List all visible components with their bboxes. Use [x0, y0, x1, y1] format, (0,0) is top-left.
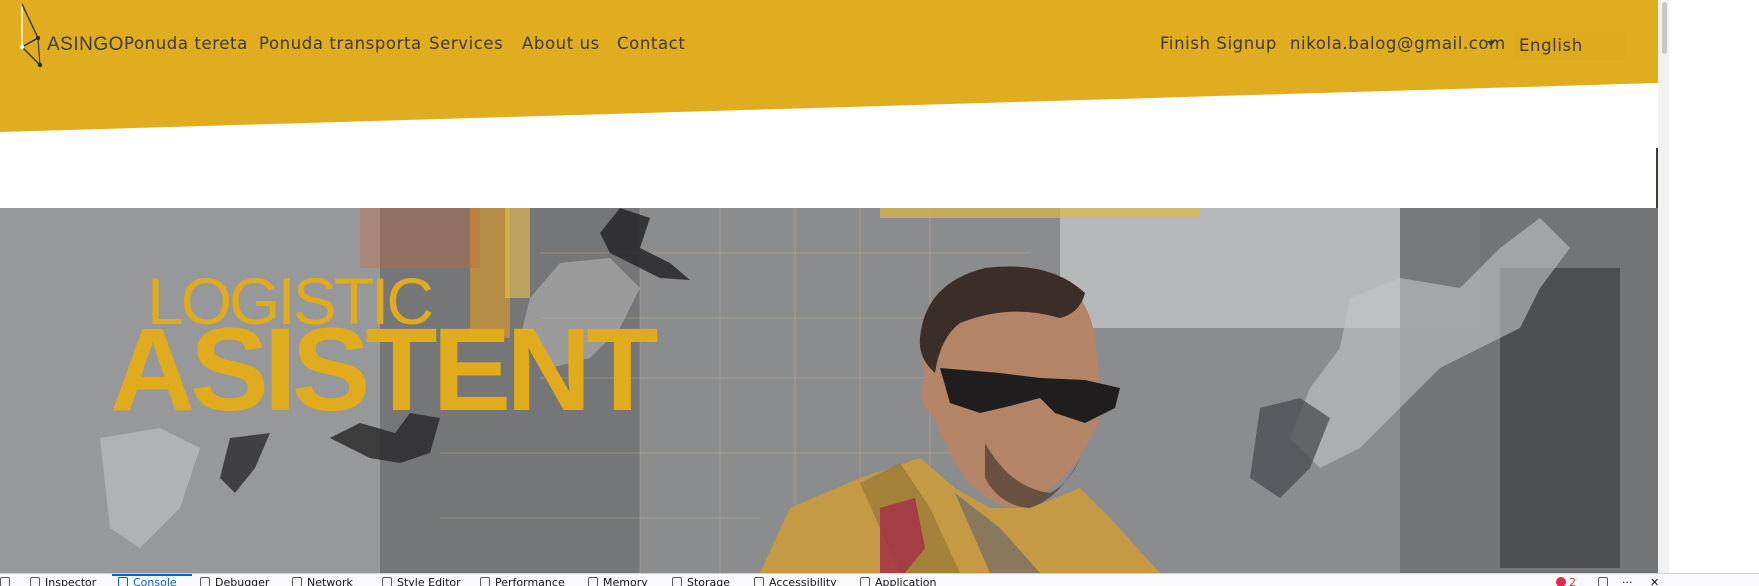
- site-logo[interactable]: ASINGO: [16, 0, 123, 72]
- devtools-tab-label: Storage: [687, 576, 731, 586]
- nav-services[interactable]: Services: [429, 34, 503, 53]
- pick-element-icon: [0, 577, 10, 586]
- devtools-tab-label: Style Editor: [397, 576, 461, 586]
- logo-text: ASINGO: [47, 34, 124, 55]
- browser-window: ASINGO Ponuda tereta Ponuda transporta S…: [0, 0, 1759, 586]
- debugger-icon: [200, 577, 210, 586]
- performance-icon: [480, 577, 490, 586]
- console-icon: [118, 577, 128, 586]
- user-menu-toggle[interactable]: nikola.balog@gmail.com: [1290, 34, 1506, 53]
- page-scrollbar-edge: [1656, 148, 1658, 208]
- hero-banner: LOGISTIC ASISTENT: [0, 208, 1658, 573]
- error-count: 2: [1569, 576, 1576, 586]
- devtools-pick-element-button[interactable]: [0, 576, 15, 586]
- window-scrollbar-thumb[interactable]: [1662, 2, 1667, 54]
- devtools-tab-performance[interactable]: Performance: [480, 576, 565, 586]
- devtools-tab-accessibility[interactable]: Accessibility: [754, 576, 837, 586]
- devtools-tab-style-editor[interactable]: Style Editor: [382, 576, 461, 586]
- hero-title-big: ASISTENT: [110, 304, 658, 436]
- header-background: [0, 0, 1658, 132]
- devtools-tab-label: Memory: [603, 576, 648, 586]
- style-editor-icon: [382, 577, 392, 586]
- page-scrollbar[interactable]: [1658, 0, 1669, 573]
- close-icon: ✕: [1650, 576, 1660, 586]
- devtools-tab-storage[interactable]: Storage: [672, 576, 730, 586]
- memory-icon: [588, 577, 598, 586]
- devtools-tab-label: Accessibility: [769, 576, 837, 586]
- dock-icon: [1598, 577, 1608, 586]
- language-select-value: English: [1519, 36, 1583, 55]
- devtools-tab-label: Network: [307, 576, 353, 586]
- devtools-tab-label: Console: [133, 576, 177, 586]
- storage-icon: [672, 577, 682, 586]
- devtools-tab-inspector[interactable]: Inspector: [30, 576, 96, 586]
- devtools-tab-application[interactable]: Application: [860, 576, 936, 586]
- devtools-tab-console[interactable]: Console: [118, 576, 177, 586]
- nav-ponuda-transporta[interactable]: Ponuda transporta: [259, 34, 422, 53]
- devtools-tab-label: Application: [875, 576, 937, 586]
- devtools-tab-label: Debugger: [215, 576, 270, 586]
- error-count-badge[interactable]: 2: [1556, 576, 1576, 586]
- language-select[interactable]: English: [1513, 30, 1625, 60]
- site-header: [0, 0, 1658, 140]
- finish-signup-link[interactable]: Finish Signup: [1160, 34, 1277, 53]
- chevron-down-icon[interactable]: [1487, 41, 1495, 46]
- devtools-tab-memory[interactable]: Memory: [588, 576, 648, 586]
- nav-about-us[interactable]: About us: [522, 34, 600, 53]
- accessibility-icon: [754, 577, 764, 586]
- devtools-tab-label: Inspector: [45, 576, 97, 586]
- devtools-tab-debugger[interactable]: Debugger: [200, 576, 269, 586]
- network-icon: [292, 577, 302, 586]
- window-gutter: [1669, 0, 1759, 573]
- devtools-toolbar: Inspector Console Debugger Network Style…: [0, 573, 1759, 586]
- inspector-icon: [30, 577, 40, 586]
- nav-ponuda-tereta[interactable]: Ponuda tereta: [124, 34, 248, 53]
- page-viewport: ASINGO Ponuda tereta Ponuda transporta S…: [0, 0, 1658, 573]
- window-scrollbar[interactable]: [1659, 0, 1669, 56]
- error-icon: [1556, 577, 1566, 586]
- application-icon: [860, 577, 870, 586]
- nav-contact[interactable]: Contact: [617, 34, 685, 53]
- devtools-close-button[interactable]: ✕: [1650, 576, 1659, 586]
- devtools-tab-network[interactable]: Network: [292, 576, 353, 586]
- devtools-more-button[interactable]: ···: [1622, 576, 1633, 586]
- devtools-tab-label: Performance: [495, 576, 565, 586]
- dock-options-button[interactable]: [1598, 576, 1613, 586]
